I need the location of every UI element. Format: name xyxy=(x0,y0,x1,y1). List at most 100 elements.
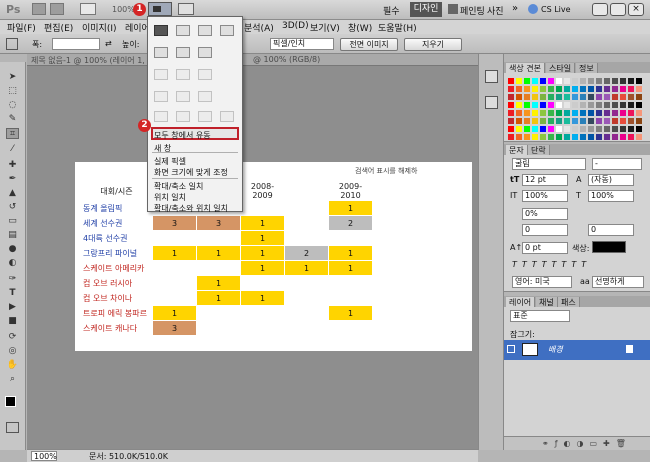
menu-help[interactable]: 도움말(H) xyxy=(378,21,417,34)
healing-brush-icon[interactable]: ✚ xyxy=(6,160,19,171)
menu-float-all-in-windows[interactable]: 모두 창에서 유동 xyxy=(154,130,211,141)
kerning-select[interactable]: 0 xyxy=(522,224,568,236)
history-brush-icon[interactable]: ↺ xyxy=(6,202,19,213)
horizontal-scale-input[interactable]: 100% xyxy=(588,190,634,202)
blur-tool-icon[interactable]: ● xyxy=(6,244,19,255)
workspace-design[interactable]: 디자인 xyxy=(410,2,442,17)
font-family-select[interactable]: 굴림 xyxy=(512,158,586,170)
brush-tool-icon[interactable]: ✒ xyxy=(6,174,19,185)
arrange-5up-icon[interactable] xyxy=(176,69,190,80)
zoom-tool-icon[interactable]: ⌕ xyxy=(6,374,19,385)
menu-edit[interactable]: 편집(E) xyxy=(44,21,73,34)
tab-info[interactable]: 정보 xyxy=(576,63,598,73)
bridge-icon[interactable] xyxy=(32,3,46,15)
type-tool-icon[interactable]: T xyxy=(6,288,19,299)
screen-mode-icon[interactable] xyxy=(178,3,194,15)
arrange-tile-alt-icon[interactable] xyxy=(198,91,212,102)
blend-mode-select[interactable]: 표준 xyxy=(510,310,570,322)
arrange-6up-alt-icon[interactable] xyxy=(154,91,168,102)
language-select[interactable]: 영어: 미국 xyxy=(512,276,572,288)
3d-rotate-icon[interactable]: ⟳ xyxy=(6,332,19,343)
workspace-photo[interactable]: 사진 xyxy=(487,4,504,17)
tab-paths[interactable]: 패스 xyxy=(558,297,580,307)
arrange-2up-horizontal-icon[interactable] xyxy=(154,47,168,58)
tab-styles[interactable]: 스타일 xyxy=(546,63,576,73)
menu-window[interactable]: 창(W) xyxy=(348,21,372,34)
arrange-3up-horizontal-icon[interactable] xyxy=(176,47,190,58)
path-select-icon[interactable]: ▶ xyxy=(6,302,19,313)
antialias-select[interactable]: 선명하게 xyxy=(592,276,644,288)
move-tool-icon[interactable]: ➤ xyxy=(6,72,19,83)
type-style-buttons[interactable]: TTTTTTTT xyxy=(512,260,591,269)
lasso-tool-icon[interactable]: ◌ xyxy=(6,100,19,111)
tab-paragraph[interactable]: 단락 xyxy=(528,145,550,155)
pen-tool-icon[interactable]: ✑ xyxy=(6,274,19,285)
eyedropper-icon[interactable]: ⁄ xyxy=(6,144,19,155)
crop-tool-button-icon[interactable]: ⌗ xyxy=(6,128,19,139)
arrange-2up-vertical-icon[interactable] xyxy=(176,25,190,36)
arrange-4up-alt-icon[interactable] xyxy=(154,69,168,80)
eraser-icon[interactable]: ▭ xyxy=(6,216,19,227)
text-color-swatch[interactable] xyxy=(592,241,626,253)
zoom-level[interactable]: 100% xyxy=(112,5,135,14)
3d-orbit-icon[interactable]: ◎ xyxy=(6,346,19,357)
crop-tool-icon[interactable] xyxy=(6,38,18,50)
history-panel-icon[interactable] xyxy=(485,70,498,83)
actions-panel-icon[interactable] xyxy=(485,96,498,109)
arrange-3up-vertical-icon[interactable] xyxy=(198,25,212,36)
quick-select-icon[interactable]: ✎ xyxy=(6,114,19,125)
tracking-pct-select[interactable]: 0% xyxy=(522,208,568,220)
more-workspaces-icon[interactable]: » xyxy=(512,3,518,14)
menu-3d[interactable]: 3D(D) xyxy=(282,21,309,31)
layer-row-background[interactable]: 배경 xyxy=(504,340,650,360)
cs-live-button[interactable]: CS Live xyxy=(541,5,571,14)
layer-visibility-icon[interactable] xyxy=(507,345,515,353)
gradient-icon[interactable]: ▤ xyxy=(6,230,19,241)
tab-character[interactable]: 문자 xyxy=(506,145,528,155)
arrange-3up-stacked-icon[interactable] xyxy=(198,47,212,58)
baseline-input[interactable]: 0 pt xyxy=(522,242,568,254)
arrange-documents-button[interactable] xyxy=(148,2,172,16)
menu-file[interactable]: 파일(F) xyxy=(7,21,36,34)
menu-fit-on-screen[interactable]: 화면 크기에 맞게 조정 xyxy=(154,167,228,178)
close-icon[interactable]: × xyxy=(628,3,644,16)
quick-mask-icon[interactable] xyxy=(6,422,19,433)
arrange-extra-1-icon[interactable] xyxy=(154,111,168,122)
marquee-tool-icon[interactable]: ⬚ xyxy=(6,86,19,97)
arrange-extra-2-icon[interactable] xyxy=(176,111,190,122)
dodge-tool-icon[interactable]: ◐ xyxy=(6,258,19,269)
foreground-color-swatch[interactable] xyxy=(5,396,16,407)
workspace-painting[interactable]: 페인팅 xyxy=(460,4,485,17)
menu-match-zoom[interactable]: 확대/축소 일치 xyxy=(154,181,203,192)
arrange-extra-3-icon[interactable] xyxy=(198,111,212,122)
layers-footer-icons[interactable]: ⚭ƒ◐◑▭✚🗑 xyxy=(542,439,632,448)
workspace-essentials[interactable]: 필수 xyxy=(383,4,400,17)
view-extras-icon[interactable] xyxy=(80,3,96,15)
width-input[interactable] xyxy=(52,38,100,50)
font-style-select[interactable]: - xyxy=(592,158,642,170)
menu-view[interactable]: 보기(V) xyxy=(310,21,340,34)
document-tab-second[interactable]: @ 100% (RGB/8) xyxy=(253,55,320,64)
status-zoom[interactable]: 100% xyxy=(31,451,57,461)
minimize-icon[interactable] xyxy=(592,3,608,16)
menu-match-location[interactable]: 위치 일치 xyxy=(154,192,186,203)
vertical-scale-input[interactable]: 100% xyxy=(522,190,568,202)
arrange-tile-icon[interactable] xyxy=(176,91,190,102)
arrange-6up-icon[interactable] xyxy=(198,69,212,80)
minibridge-icon[interactable] xyxy=(50,3,64,15)
arrange-extra-4-icon[interactable] xyxy=(220,111,234,122)
hand-tool-icon[interactable]: ✋ xyxy=(6,360,19,371)
menu-actual-pixels[interactable]: 실제 픽셀 xyxy=(154,156,186,167)
tab-swatches[interactable]: 색상 견본 xyxy=(506,63,545,73)
arrange-4up-icon[interactable] xyxy=(220,25,234,36)
resolution-unit-select[interactable]: 픽셀/인치 xyxy=(270,38,334,50)
tracking-select[interactable]: 0 xyxy=(588,224,634,236)
clone-stamp-icon[interactable]: ▲ xyxy=(6,188,19,199)
arrange-consolidate-icon[interactable] xyxy=(154,25,168,36)
leading-select[interactable]: (자동) xyxy=(588,174,634,186)
tab-layers[interactable]: 레이어 xyxy=(506,297,536,307)
font-size-select[interactable]: 12 pt xyxy=(522,174,568,186)
swap-icon[interactable]: ⇄ xyxy=(105,39,112,48)
menu-analysis[interactable]: 분석(A) xyxy=(244,21,274,34)
clear-button[interactable]: 지우기 xyxy=(404,38,462,51)
